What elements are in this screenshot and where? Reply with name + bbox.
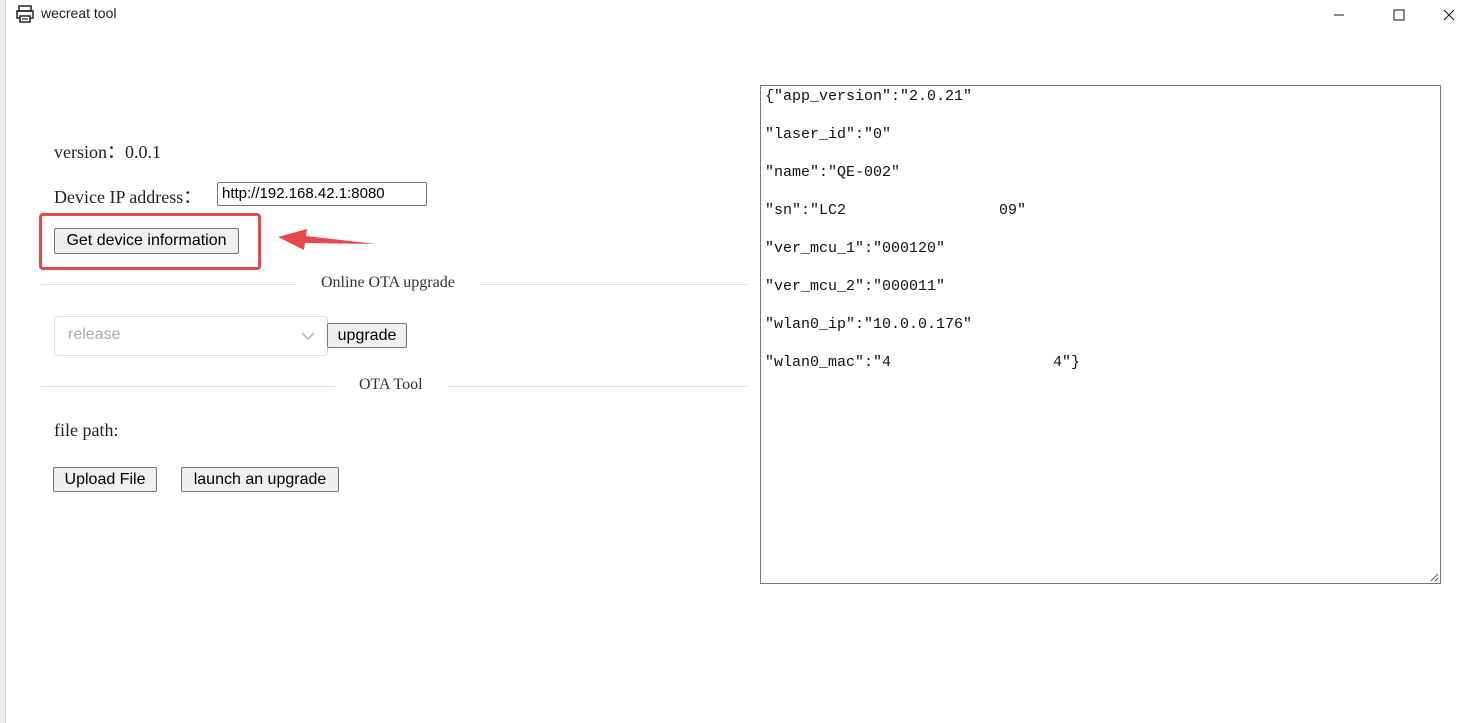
ota-tool-title: OTA Tool (335, 376, 447, 394)
device-info-line: "wlan0_mac":"4 4"} (765, 354, 1081, 371)
close-button[interactable] (1426, 0, 1467, 30)
ip-address-input[interactable] (217, 182, 427, 206)
app-window: wecreat tool version：0.0.1 Device IP add… (5, 0, 1467, 723)
launch-upgrade-button[interactable]: launch an upgrade (181, 467, 339, 492)
device-info-line: "laser_id":"0" (765, 126, 892, 143)
get-device-info-button[interactable]: Get device information (54, 228, 239, 254)
device-info-line: "ver_mcu_1":"000120" (765, 240, 946, 257)
ip-address-label: Device IP address： (54, 187, 202, 207)
device-info-line: "sn":"LC2 09" (765, 202, 1027, 219)
channel-select[interactable]: release (54, 316, 328, 356)
chevron-down-icon (301, 332, 315, 340)
device-info-line: "wlan0_ip":"10.0.0.176" (765, 316, 973, 333)
minimize-button[interactable] (1316, 0, 1362, 30)
maximize-button[interactable] (1376, 0, 1422, 30)
arrow-left-icon (278, 229, 376, 250)
title-bar: wecreat tool (6, 0, 1467, 30)
online-ota-title: Online OTA upgrade (297, 274, 479, 292)
version-label: version：0.0.1 (54, 142, 161, 162)
main-content: version：0.0.1 Device IP address： Get dev… (6, 30, 1467, 723)
device-info-line: "name":"QE-002" (765, 164, 901, 181)
window-title: wecreat tool (41, 5, 117, 21)
device-info-line: "ver_mcu_2":"000011" (765, 278, 946, 295)
maximize-icon (1393, 9, 1405, 21)
device-info-line: {"app_version":"2.0.21" (765, 88, 973, 105)
printer-icon (16, 5, 34, 23)
minimize-icon (1334, 14, 1344, 16)
resize-grip-icon[interactable] (1429, 572, 1439, 582)
file-path-label: file path: (54, 420, 119, 440)
upload-file-button[interactable]: Upload File (53, 467, 157, 492)
channel-select-value: release (68, 326, 121, 343)
close-icon (1443, 9, 1455, 21)
device-info-textarea[interactable]: {"app_version":"2.0.21" "laser_id":"0" "… (760, 85, 1441, 584)
upgrade-button[interactable]: upgrade (327, 323, 407, 348)
